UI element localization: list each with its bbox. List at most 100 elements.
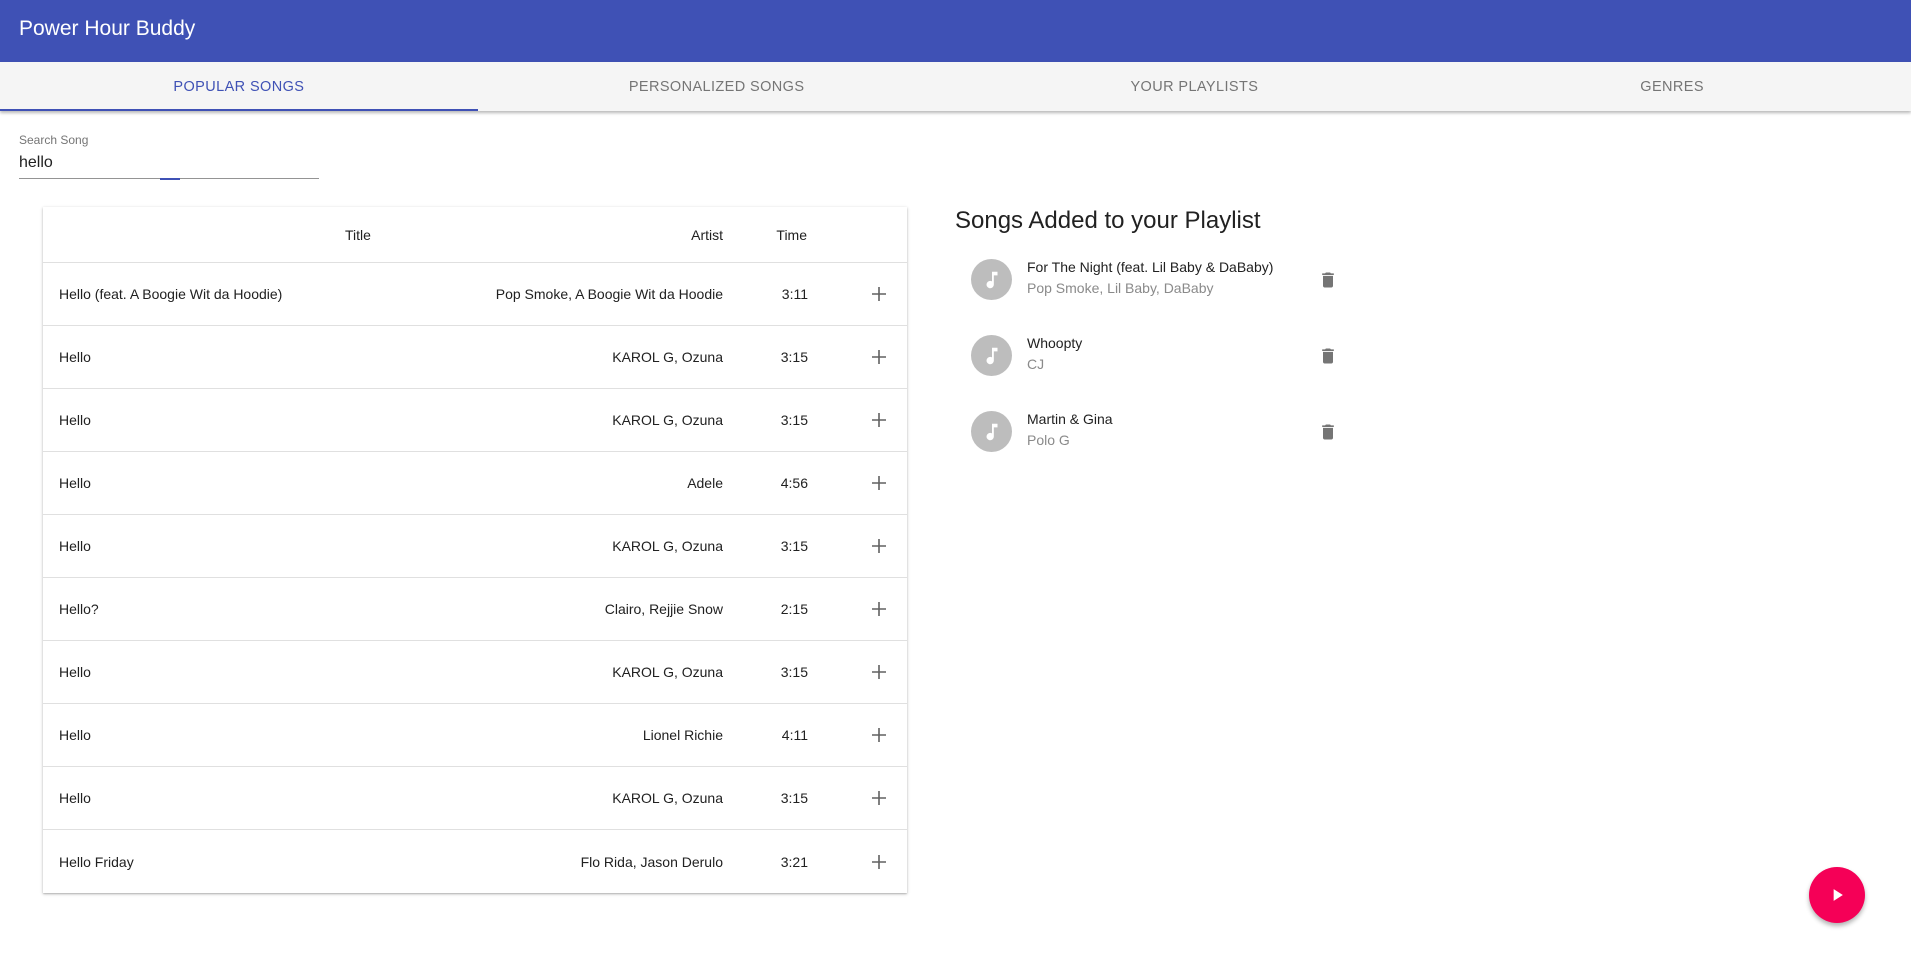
plus-icon [872, 665, 886, 679]
song-title: Hello [59, 349, 91, 365]
tab-bar: Popular Songs Personalized Songs Your Pl… [0, 62, 1911, 111]
plus-icon [872, 602, 886, 616]
playlist-item-text: Martin & Gina Polo G [1027, 411, 1113, 448]
table-header: Title Artist Time [43, 207, 907, 263]
search-input[interactable] [19, 152, 319, 179]
song-artist: Adele [687, 475, 723, 491]
playlist-song-title: Martin & Gina [1027, 411, 1113, 427]
playlist-panel: Songs Added to your Playlist For The Nig… [955, 207, 1375, 473]
song-title: Hello [59, 664, 91, 680]
add-song-button[interactable] [866, 596, 892, 622]
trash-icon [1322, 424, 1334, 440]
plus-icon [872, 476, 886, 490]
avatar [971, 259, 1012, 300]
playlist-heading: Songs Added to your Playlist [955, 207, 1261, 234]
header-title: Title [345, 226, 371, 243]
table-row: Hello Adele 4:56 [43, 452, 907, 515]
playlist-song-title: For The Night (feat. Lil Baby & DaBaby) [1027, 259, 1274, 275]
delete-button[interactable] [1314, 266, 1342, 294]
search-label: Search Song [19, 133, 89, 147]
playlist-song-artist: CJ [1027, 356, 1045, 372]
song-title: Hello [59, 727, 91, 743]
music-note-icon [986, 347, 997, 364]
plus-icon [872, 413, 886, 427]
song-artist: KAROL G, Ozuna [612, 412, 723, 428]
song-title: Hello Friday [59, 853, 134, 870]
table-row: Hello KAROL G, Ozuna 3:15 [43, 326, 907, 389]
song-time: 3:15 [780, 538, 808, 554]
table-row: Hello (feat. A Boogie Wit da Hoodie) Pop… [43, 263, 907, 326]
song-title: Hello [59, 538, 91, 554]
play-button[interactable] [1809, 867, 1865, 923]
add-song-button[interactable] [866, 849, 892, 875]
song-title: Hello [59, 790, 91, 806]
add-song-button[interactable] [866, 470, 892, 496]
song-time: 3:15 [780, 349, 808, 365]
song-time: 3:21 [780, 853, 808, 870]
playlist-item: Martin & Gina Polo G [955, 397, 1375, 473]
add-song-button[interactable] [866, 344, 892, 370]
song-title: Hello [59, 412, 91, 428]
avatar [971, 411, 1012, 452]
header-artist: Artist [691, 226, 723, 243]
song-time: 2:15 [780, 601, 808, 617]
table-body: Hello (feat. A Boogie Wit da Hoodie) Pop… [43, 263, 907, 893]
table-row: Hello Friday Flo Rida, Jason Derulo 3:21 [43, 830, 907, 893]
song-title: Hello (feat. A Boogie Wit da Hoodie) [59, 286, 283, 302]
song-artist: Pop Smoke, A Boogie Wit da Hoodie [495, 286, 723, 302]
song-time: 3:15 [780, 412, 808, 428]
add-song-button[interactable] [866, 785, 892, 811]
plus-icon [872, 539, 886, 553]
tab-popular-songs[interactable]: Popular Songs [0, 62, 478, 111]
song-artist: KAROL G, Ozuna [612, 664, 723, 680]
table-row: Hello KAROL G, Ozuna 3:15 [43, 515, 907, 578]
plus-icon [872, 350, 886, 364]
app-bar: Power Hour Buddy [0, 0, 1911, 62]
song-time: 4:56 [780, 475, 808, 491]
plus-icon [872, 287, 886, 301]
play-icon [1833, 889, 1843, 901]
table-row: Hello KAROL G, Ozuna 3:15 [43, 641, 907, 704]
add-song-button[interactable] [866, 533, 892, 559]
playlist-song-artist: Polo G [1027, 432, 1070, 448]
table-row: Hello KAROL G, Ozuna 3:15 [43, 389, 907, 452]
song-artist: Clairo, Rejjie Snow [604, 601, 723, 617]
plus-icon [872, 728, 886, 742]
search-focus-indicator [160, 178, 180, 180]
plus-icon [872, 854, 886, 869]
add-song-button[interactable] [866, 659, 892, 685]
songs-table: Title Artist Time Hello (feat. A Boogie … [43, 207, 907, 893]
delete-button[interactable] [1314, 418, 1342, 446]
table-row: Hello? Clairo, Rejjie Snow 2:15 [43, 578, 907, 641]
song-artist: KAROL G, Ozuna [612, 538, 723, 554]
tab-personalized-songs[interactable]: Personalized Songs [478, 62, 956, 111]
playlist-song-title: Whoopty [1027, 335, 1083, 351]
app-title: Power Hour Buddy [19, 17, 196, 40]
song-artist: KAROL G, Ozuna [612, 349, 723, 365]
tab-your-playlists[interactable]: Your Playlists [956, 62, 1434, 111]
song-time: 3:11 [781, 286, 808, 302]
playlist-list: For The Night (feat. Lil Baby & DaBaby) … [955, 245, 1375, 473]
trash-icon [1322, 272, 1334, 288]
song-time: 4:11 [781, 727, 808, 743]
playlist-item-text: For The Night (feat. Lil Baby & DaBaby) … [1027, 259, 1273, 296]
song-title: Hello [59, 475, 91, 491]
trash-icon [1322, 348, 1334, 364]
playlist-song-artist: Pop Smoke, Lil Baby, DaBaby [1027, 280, 1214, 296]
add-song-button[interactable] [866, 407, 892, 433]
delete-button[interactable] [1314, 342, 1342, 370]
table-row: Hello KAROL G, Ozuna 3:15 [43, 767, 907, 830]
add-song-button[interactable] [866, 281, 892, 307]
playlist-item-text: Whoopty CJ [1027, 335, 1082, 372]
playlist-item: For The Night (feat. Lil Baby & DaBaby) … [955, 245, 1375, 321]
avatar [971, 335, 1012, 376]
tab-genres[interactable]: Genres [1433, 62, 1911, 111]
search-field: Search Song [19, 133, 319, 180]
music-note-icon [986, 423, 997, 440]
song-artist: Lionel Richie [642, 727, 723, 743]
add-song-button[interactable] [866, 722, 892, 748]
song-artist: Flo Rida, Jason Derulo [580, 853, 723, 870]
song-time: 3:15 [780, 664, 808, 680]
playlist-item: Whoopty CJ [955, 321, 1375, 397]
table-row: Hello Lionel Richie 4:11 [43, 704, 907, 767]
